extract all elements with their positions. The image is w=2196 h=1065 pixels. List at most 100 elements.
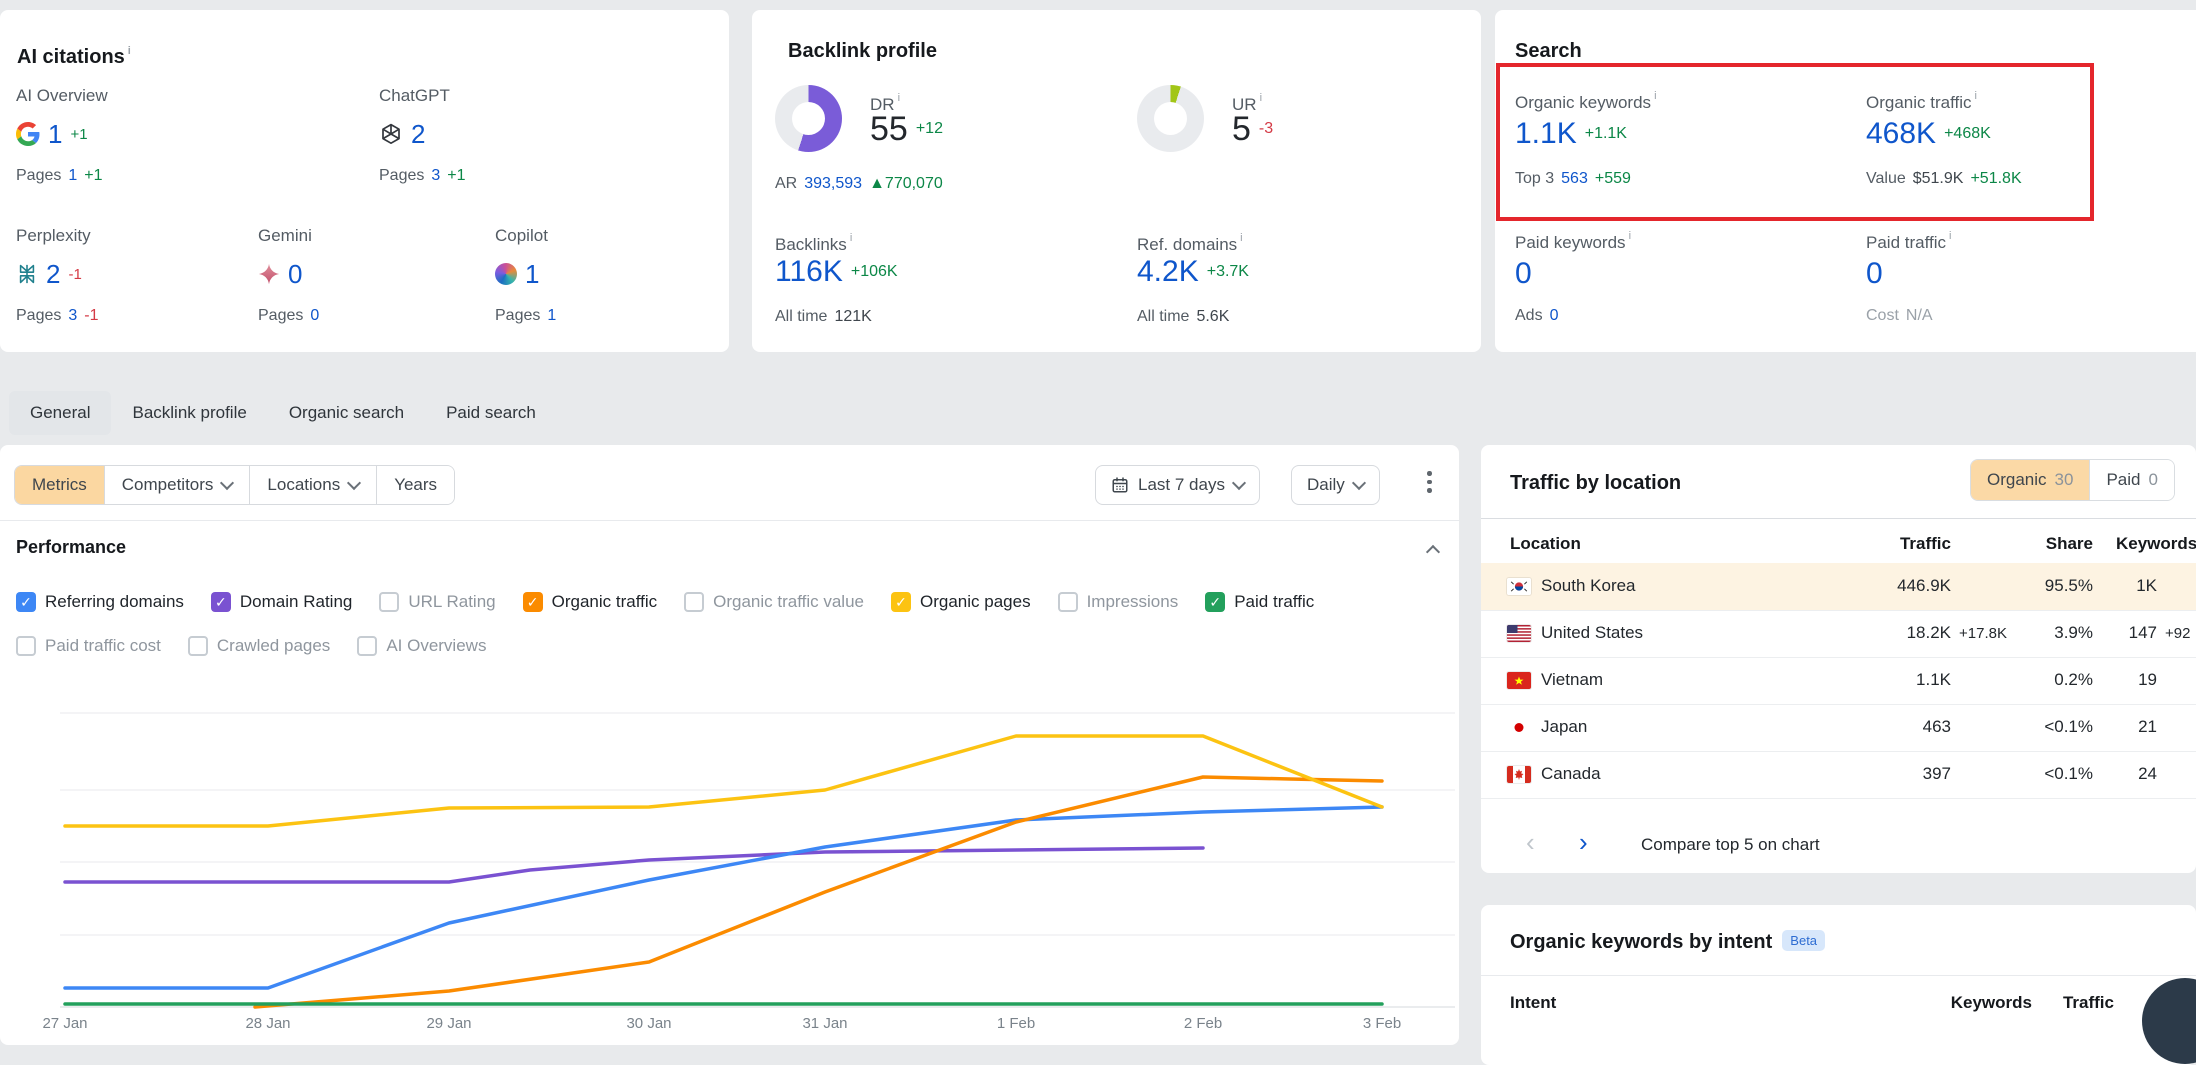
view-switcher: Metrics Competitors Locations Years [14,465,455,505]
prev-page-button[interactable]: ‹ [1526,829,1535,855]
backlinks-value[interactable]: 116K [775,256,843,288]
copilot-value[interactable]: 1 [525,260,539,288]
paid-traffic-sub: CostN/A [1866,307,1933,325]
collapse-chevron-icon[interactable] [1426,545,1440,559]
x-tick-label: 27 Jan [30,1015,100,1032]
backlink-profile-title: Backlink profile [788,39,937,63]
checkbox-domain-rating[interactable]: ✓Domain Rating [211,592,352,612]
date-range-dropdown[interactable]: Last 7 days [1095,465,1260,505]
gemini-value[interactable]: 0 [288,260,302,288]
location-row-japan[interactable]: Japan 463 <0.1% 21 [1481,704,2196,752]
years-button[interactable]: Years [376,466,454,504]
perplexity-icon [16,263,38,285]
tab-paid-search[interactable]: Paid search [425,391,557,435]
chevron-down-icon [1232,476,1246,490]
checkbox-crawled-pages[interactable]: Crawled pages [188,636,330,656]
checkbox-organic-pages[interactable]: ✓Organic pages [891,592,1031,612]
column-header-keywords[interactable]: Keywords [2116,534,2196,554]
dr-value: 55 [870,112,908,146]
perplexity-value[interactable]: 2 [46,260,60,288]
checkbox-paid-traffic-cost[interactable]: Paid traffic cost [16,636,161,656]
tab-organic-search[interactable]: Organic search [268,391,425,435]
checkbox-referring-domains[interactable]: ✓Referring domains [16,592,184,612]
column-header-keywords: Keywords [1932,993,2032,1013]
compare-top5-label: Compare top 5 on chart [1641,835,1820,855]
checkbox-organic-traffic-value[interactable]: Organic traffic value [684,592,864,612]
competitors-dropdown[interactable]: Competitors [104,466,250,504]
gemini-icon [258,263,280,285]
ref-domains-delta: +3.7K [1207,263,1249,281]
info-icon[interactable]: i [1949,230,1951,242]
beta-badge: Beta [1782,930,1825,951]
location-row-canada[interactable]: Canada 397 <0.1% 24 [1481,751,2196,799]
checkbox-unchecked-icon [16,636,36,656]
toggle-paid[interactable]: Paid0 [2089,460,2174,500]
paid-keywords-value[interactable]: 0 [1515,258,1532,290]
flag-south-korea-icon [1507,578,1531,595]
info-icon[interactable]: i [898,92,900,104]
chevron-down-icon [1352,476,1366,490]
info-icon[interactable]: i [850,232,852,244]
toggle-organic[interactable]: Organic30 [1971,460,2089,500]
paid-traffic-value[interactable]: 0 [1866,258,1883,290]
info-icon[interactable]: i [1629,230,1631,242]
column-header-traffic[interactable]: Traffic [1831,534,1951,554]
checkbox-organic-traffic[interactable]: ✓Organic traffic [523,592,658,612]
location-row-united-states[interactable]: United States 18.2K +17.8K 3.9% 147 +92 [1481,610,2196,658]
metric-checkbox-row-1: ✓Referring domains ✓Domain Rating URL Ra… [16,592,1314,612]
x-tick-label: 3 Feb [1347,1015,1417,1032]
column-header-location[interactable]: Location [1510,534,1581,554]
copilot-icon [495,263,517,285]
copilot-label: Copilot [495,226,548,246]
chevron-down-icon [347,476,361,490]
google-icon [16,122,40,146]
performance-title: Performance [16,537,126,558]
x-tick-label: 2 Feb [1168,1015,1238,1032]
ar-row: AR393,593▲770,070 [775,175,943,193]
chatgpt-value[interactable]: 2 [411,120,425,148]
copilot-pages: Pages1 [495,307,556,325]
checkbox-impressions[interactable]: Impressions [1058,592,1179,612]
performance-line-chart [60,680,1460,1025]
perplexity-label: Perplexity [16,226,91,246]
ref-domains-value[interactable]: 4.2K [1137,256,1199,288]
chevron-down-icon [220,476,234,490]
backlinks-delta: +106K [851,263,898,281]
info-icon[interactable]: i [128,45,131,57]
ref-domains-alltime: All time5.6K [1137,308,1229,326]
x-tick-label: 28 Jan [233,1015,303,1032]
flag-canada-icon [1507,766,1531,783]
ai-overview-delta: +1 [70,126,87,143]
perplexity-delta: -1 [68,266,81,283]
chatgpt-label: ChatGPT [379,86,450,106]
location-row-south-korea[interactable]: South Korea 446.9K 95.5% 1K [1481,563,2196,611]
next-page-button[interactable]: › [1579,829,1588,855]
backlink-profile-card: Backlink profile DRi 55 +12 AR393,593▲77… [752,10,1481,352]
info-icon[interactable]: i [1240,232,1242,244]
flag-united-states-icon [1507,625,1531,642]
series-domain-rating [65,848,1203,882]
ai-citations-title: AI citationsi [17,39,131,69]
location-row-vietnam[interactable]: Vietnam 1.1K 0.2% 19 [1481,657,2196,705]
tab-backlink-profile[interactable]: Backlink profile [111,391,267,435]
more-options-button[interactable] [1427,471,1432,493]
performance-card: Metrics Competitors Locations Years Last… [0,445,1459,1045]
checkbox-ai-overviews[interactable]: AI Overviews [357,636,486,656]
x-tick-label: 29 Jan [414,1015,484,1032]
keywords-by-intent-title: Organic keywords by intent [1510,931,1772,953]
paid-keywords-sub: Ads0 [1515,307,1558,325]
checkbox-paid-traffic[interactable]: ✓Paid traffic [1205,592,1314,612]
metrics-button[interactable]: Metrics [15,466,104,504]
granularity-dropdown[interactable]: Daily [1291,465,1380,505]
series-referring-domains [65,807,1382,988]
checkbox-unchecked-icon [188,636,208,656]
info-icon[interactable]: i [1260,92,1262,104]
checkbox-unchecked-icon [357,636,377,656]
ai-overview-value[interactable]: 1 [48,120,62,148]
checkbox-checked-icon: ✓ [891,592,911,612]
column-header-share[interactable]: Share [1993,534,2093,554]
checkbox-url-rating[interactable]: URL Rating [379,592,495,612]
annotation-highlight-box [1496,63,2094,221]
tab-general[interactable]: General [9,391,111,435]
locations-dropdown[interactable]: Locations [249,466,376,504]
